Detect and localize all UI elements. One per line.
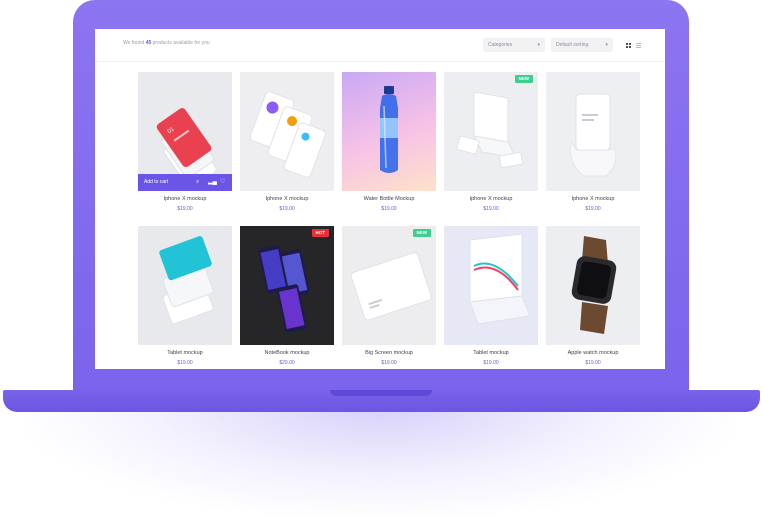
product-name[interactable]: Iphone X mockup [138,196,232,202]
product-image[interactable]: HOT [240,226,334,345]
product-image[interactable] [546,72,640,191]
product-name[interactable]: Tablet mockup [138,350,232,356]
product-price: $19.00 [381,360,397,366]
product-name[interactable]: Water Bottle Mockup [342,196,436,202]
product-image[interactable] [444,226,538,345]
product-price: $19.00 [177,206,193,212]
hot-badge: HOT [311,229,329,237]
product-name[interactable]: Big Screen mockup [342,350,436,356]
search-icon[interactable]: ⌕ [196,174,199,191]
product-name[interactable]: Iphone X mockup [444,196,538,202]
shop-toolbar: We found 45 products available for you C… [95,29,665,62]
product-price: $19.00 [381,206,397,212]
chevron-down-icon: ▾ [537,42,540,48]
laptop-shadow [30,405,730,515]
product-image[interactable]: 01 Add to cart ⌕ ▂▄ ♡ [138,72,232,191]
product-image[interactable] [138,226,232,345]
product-image[interactable]: NEW [444,72,538,191]
new-badge: NEW [514,75,533,83]
product-price: $19.00 [279,206,295,212]
product-price: $29.00 [279,360,295,366]
product-image[interactable] [546,226,640,345]
product-name[interactable]: Tablet mockup [444,350,538,356]
product-name[interactable]: Iphone X mockup [240,196,334,202]
product-price: $19.00 [483,206,499,212]
add-to-cart-bar: Add to cart ⌕ ▂▄ ♡ [138,174,232,191]
product-name[interactable]: Iphone X mockup [546,196,640,202]
grid-view-icon[interactable] [626,43,631,48]
product-name[interactable]: NoteBook mockup [240,350,334,356]
product-image[interactable] [342,72,436,191]
categories-select[interactable]: Categories ▾ [483,38,545,52]
product-image[interactable]: NEW [342,226,436,345]
list-view-icon[interactable] [636,43,641,48]
product-image[interactable] [240,72,334,191]
results-count-text: We found 45 products available for you [123,40,210,46]
sorting-select[interactable]: Default sorting ▾ [551,38,613,52]
product-price: $19.00 [585,360,601,366]
chevron-down-icon: ▾ [605,42,608,48]
product-price: $19.00 [483,360,499,366]
new-badge: NEW [412,229,431,237]
add-to-cart-button[interactable]: Add to cart [144,179,168,185]
product-price: $19.00 [585,206,601,212]
laptop-notch [330,390,432,396]
laptop-screen: We found 45 products available for you C… [95,29,665,369]
product-name[interactable]: Apple watch mockup [546,350,640,356]
bar-chart-icon[interactable]: ▂▄ [208,174,217,191]
results-count: 45 [145,40,152,46]
heart-icon[interactable]: ♡ [220,174,225,191]
product-price: $19.00 [177,360,193,366]
